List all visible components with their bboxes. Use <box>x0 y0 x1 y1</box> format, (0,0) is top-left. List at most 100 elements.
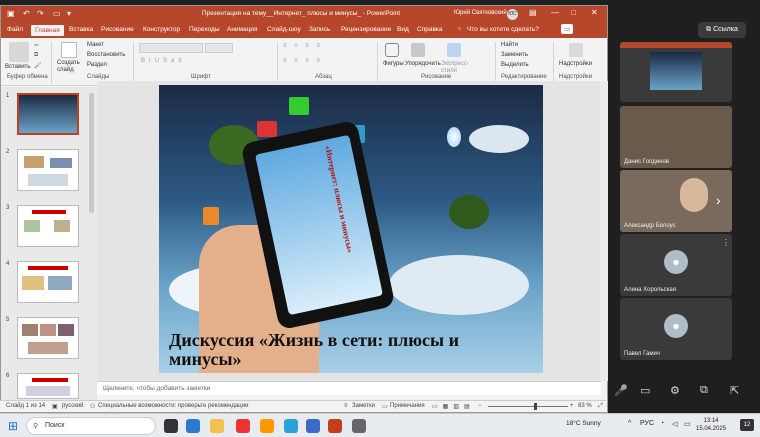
quick-styles-icon[interactable] <box>447 43 461 57</box>
share-link-button[interactable]: ⧉ Ссылка <box>698 22 746 38</box>
reset-button[interactable]: Восстановить <box>87 52 125 58</box>
spellcheck-icon[interactable]: ▣ <box>52 403 58 410</box>
slide-canvas[interactable]: «Интернет: плюсы и минусы» Дискуссия «Жи… <box>159 85 543 373</box>
participant-tile[interactable]: Александр Белоус › <box>620 170 732 232</box>
arrange-button[interactable]: Упорядочить <box>405 61 441 67</box>
microphone-icon[interactable]: 🎤 <box>614 384 628 397</box>
slide-thumbnail[interactable] <box>17 205 79 247</box>
maximize-icon[interactable]: □ <box>571 8 576 17</box>
shapes-button[interactable]: Фигуры <box>383 61 404 67</box>
font-name-select[interactable] <box>139 43 203 53</box>
file-explorer-icon[interactable] <box>210 419 224 433</box>
format-painter-icon[interactable]: 🖌 <box>34 62 42 69</box>
task-view-icon[interactable] <box>164 419 178 433</box>
select-button[interactable]: Выделить <box>501 62 529 68</box>
participant-tile[interactable]: ● Алина Хорольская ⋮ <box>620 234 732 296</box>
undo-icon[interactable]: ↶ <box>23 9 30 18</box>
accessibility-status[interactable]: Специальные возможности: проверьте реком… <box>98 403 248 409</box>
zoom-slider-thumb[interactable] <box>534 403 537 410</box>
participant-tile[interactable]: ● Павел Гамич <box>620 298 732 360</box>
app-icon[interactable] <box>352 419 366 433</box>
new-slide-icon[interactable] <box>61 42 77 58</box>
addins-icon[interactable] <box>569 43 583 57</box>
battery-icon[interactable]: ▭ <box>684 420 691 428</box>
notes-icon[interactable]: ≡ <box>344 403 348 409</box>
addins-button[interactable]: Надстройки <box>559 61 592 67</box>
user-avatar[interactable]: ЮС <box>507 9 518 20</box>
ribbon-options-icon[interactable]: ▤ <box>529 8 537 17</box>
paste-button[interactable]: Вставить <box>5 64 30 70</box>
accessibility-icon[interactable]: ⚇ <box>90 403 95 410</box>
start-icon[interactable]: ⊞ <box>8 419 18 433</box>
cut-icon[interactable]: ✂ <box>34 42 39 49</box>
paragraph-icons[interactable]: ≡ ≡ ≡ ≡ <box>283 43 323 49</box>
find-button[interactable]: Найти <box>501 42 518 48</box>
view-buttons[interactable]: ▭▦▥▤ <box>432 403 475 410</box>
tab-draw[interactable]: Рисование <box>101 26 134 33</box>
zoom-in-icon[interactable]: + <box>570 403 574 409</box>
participant-tile[interactable]: Данис Голдинов <box>620 106 732 168</box>
language-indicator[interactable]: РУС <box>640 420 654 427</box>
tab-view[interactable]: Вид <box>397 26 409 33</box>
notification-badge[interactable]: 12 <box>740 419 754 431</box>
notes-toggle[interactable]: Заметки <box>352 403 375 409</box>
telegram-icon[interactable] <box>284 419 298 433</box>
tab-insert[interactable]: Вставка <box>69 26 93 33</box>
tell-me-search[interactable]: Что вы хотите сделать? <box>467 26 539 33</box>
redo-icon[interactable]: ↷ <box>37 9 44 18</box>
slide-thumbnail[interactable] <box>17 149 79 191</box>
zoom-level[interactable]: 83 % <box>578 403 592 409</box>
thumbnail-scrollbar[interactable] <box>89 93 94 213</box>
copy-icon[interactable]: ⧉ <box>34 52 38 59</box>
clock[interactable]: 13:14 15.04.2025 <box>696 417 726 433</box>
comments-icon[interactable]: ▭ <box>561 24 574 34</box>
close-icon[interactable]: ✕ <box>591 8 598 17</box>
tab-slideshow[interactable]: Слайд-шоу <box>267 26 301 33</box>
section-button[interactable]: Раздел <box>87 62 107 68</box>
layout-button[interactable]: Макет <box>87 42 104 48</box>
slide-thumbnail[interactable] <box>17 373 79 399</box>
font-format-icons[interactable]: BIUSab <box>141 58 186 64</box>
zoom-slider[interactable] <box>488 406 568 407</box>
edge-icon[interactable] <box>186 419 200 433</box>
fit-slide-icon[interactable]: ⤢ <box>598 403 603 410</box>
present-icon[interactable]: ▭ <box>53 9 61 18</box>
zoom-out-icon[interactable]: − <box>478 403 482 409</box>
quick-styles-button[interactable]: Экспресс-стили <box>441 61 471 75</box>
minimize-icon[interactable]: — <box>551 8 559 17</box>
share-screen-icon[interactable]: ⧉ <box>700 384 708 397</box>
language-status[interactable]: русский <box>62 403 84 409</box>
volume-icon[interactable]: ◁ <box>672 420 677 428</box>
tab-animations[interactable]: Анимация <box>227 26 258 33</box>
new-slide-button[interactable]: Создать слайд <box>57 60 85 74</box>
tab-review[interactable]: Рецензирование <box>341 26 391 33</box>
wifi-icon[interactable]: ◔ <box>660 420 664 427</box>
next-page-icon[interactable]: › <box>716 192 721 208</box>
tab-file[interactable]: Файл <box>7 26 23 33</box>
alignment-icons[interactable]: ≡ ≡ ≡ ≡ <box>283 58 323 64</box>
tab-transitions[interactable]: Переходы <box>189 26 220 33</box>
comments-status-icon[interactable]: ▭ <box>382 403 388 410</box>
leave-icon[interactable]: ⇱ <box>730 384 739 397</box>
yandex-browser-icon[interactable] <box>236 419 250 433</box>
tab-design[interactable]: Конструктор <box>143 26 180 33</box>
paste-icon[interactable] <box>9 42 29 62</box>
arrange-icon[interactable] <box>411 43 425 57</box>
more-options-icon[interactable]: ⋮ <box>722 238 730 247</box>
slide-thumbnail[interactable] <box>17 317 79 359</box>
settings-icon[interactable]: ⚙ <box>670 384 680 397</box>
powerpoint-icon[interactable] <box>328 419 342 433</box>
tab-home[interactable]: Главная <box>31 25 64 36</box>
slide-thumbnail[interactable] <box>17 261 79 303</box>
tab-record[interactable]: Запись <box>309 26 330 33</box>
notes-pane[interactable]: Щелкните, чтобы добавить заметки <box>97 381 601 395</box>
quick-access-more-icon[interactable]: ▾ <box>67 9 71 18</box>
save-icon[interactable]: ▣ <box>7 9 15 18</box>
comments-toggle[interactable]: Примечания <box>390 403 425 409</box>
user-name[interactable]: Юрий Святковский <box>454 10 507 16</box>
weather-widget[interactable]: 18°C Sunny <box>566 420 601 427</box>
shapes-icon[interactable] <box>385 43 399 57</box>
tray-chevron-icon[interactable]: ^ <box>628 420 631 427</box>
tab-help[interactable]: Справка <box>417 26 443 33</box>
slide-thumbnail[interactable] <box>17 93 79 135</box>
